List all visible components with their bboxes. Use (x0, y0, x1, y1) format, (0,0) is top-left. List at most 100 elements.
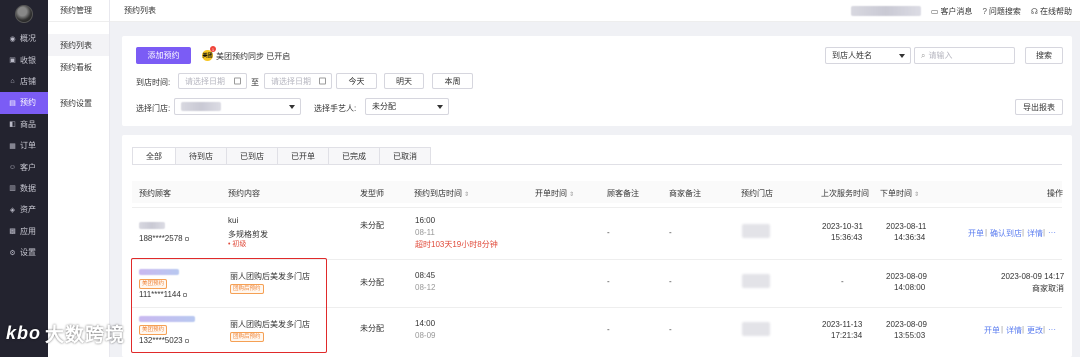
search-input[interactable]: ⌕ 请输入 (914, 47, 1015, 64)
merchant-note: - (669, 228, 672, 237)
cancel-status: 商家取消 (1032, 284, 1064, 293)
action-divider: | (1022, 228, 1025, 237)
open-order-link[interactable]: 开单 (968, 228, 984, 239)
arrive-date: 08-09 (415, 331, 436, 340)
status-tabs: 全部 待到店 已到店 已开单 已完成 已取消 (132, 147, 431, 165)
nav-item-9[interactable]: ▩ 应用 (0, 221, 48, 242)
change-link[interactable]: 更改 (1027, 325, 1043, 336)
tab-divider (132, 164, 1062, 165)
account-name-blurred[interactable] (850, 6, 921, 16)
col-arrive-time-label: 预约到店时间 (414, 189, 462, 198)
headset-icon: ☊ (1030, 6, 1038, 16)
end-date-placeholder: 请选择日期 (271, 76, 311, 86)
export-button[interactable]: 导出报表 (1015, 99, 1063, 115)
tomorrow-button[interactable]: 明天 (384, 73, 424, 89)
stylist: 未分配 (360, 221, 384, 230)
overdue-text: 超时103天19小时8分钟 (415, 240, 498, 249)
tab-all[interactable]: 全部 (132, 147, 176, 165)
messages-link[interactable]: ▭ 客户消息 (931, 6, 973, 17)
breadcrumb: 预约列表 (124, 6, 156, 15)
nav-item-8[interactable]: ◈ 资产 (0, 199, 48, 220)
add-appointment-button[interactable]: 添加预约 (136, 47, 191, 64)
submenu-item-list[interactable]: 预约列表 (48, 34, 109, 56)
calendar-icon (234, 77, 241, 85)
nav-item-1[interactable]: ▣ 收银 (0, 49, 48, 70)
submenu-item-settings[interactable]: 预约设置 (48, 92, 109, 114)
to-label: 至 (251, 78, 259, 87)
table-header (132, 181, 1062, 203)
col-merchant-note: 商家备注 (669, 189, 701, 198)
submenu-item-board[interactable]: 预约看板 (48, 56, 109, 78)
sort-icon: ⇕ (464, 192, 470, 198)
nav-item-0[interactable]: ◉ 概况 (0, 28, 48, 49)
nav-item-label: 收银 (20, 55, 36, 65)
goods-icon: ◧ (9, 121, 16, 129)
col-actions: 操作 (1047, 189, 1063, 198)
dashboard-icon: ◉ (9, 35, 16, 43)
stylist: 未分配 (360, 278, 384, 287)
search-icon: ⌕ (921, 50, 926, 60)
store-icon: ⌂ (10, 77, 15, 85)
nav-item-label: 资产 (20, 205, 36, 215)
tab-pending[interactable]: 待到店 (175, 147, 227, 165)
artist-select[interactable]: 未分配 (365, 98, 449, 115)
merchant-note: - (669, 325, 672, 334)
start-date-input[interactable]: 请选择日期 (178, 73, 247, 89)
store-name-blurred (181, 102, 221, 111)
tab-opened[interactable]: 已开单 (277, 147, 329, 165)
avatar (15, 5, 33, 23)
brand-logo: kbo (6, 323, 42, 343)
this-week-button[interactable]: 本周 (432, 73, 473, 89)
service-level: • 初级 (228, 241, 247, 248)
nav-item-10[interactable]: ⚙ 设置 (0, 242, 48, 263)
nav-item-7[interactable]: ▥ 数据 (0, 178, 48, 199)
today-button[interactable]: 今天 (336, 73, 377, 89)
order-time: 14:36:34 (894, 233, 926, 242)
highlight-box (131, 258, 327, 353)
col-content: 预约内容 (228, 189, 260, 198)
action-divider: | (1022, 325, 1025, 334)
tab-arrived[interactable]: 已到店 (226, 147, 278, 165)
action-divider: | (985, 228, 988, 237)
chevron-down-icon (289, 104, 295, 109)
nav-item-label: 设置 (20, 248, 36, 258)
col-open-time-label: 开单时间 (535, 189, 567, 198)
nav-item-4[interactable]: ◧ 商品 (0, 114, 48, 135)
open-order-link[interactable]: 开单 (984, 325, 1000, 336)
col-order-time[interactable]: 下单时间 ⇕ (880, 188, 919, 199)
search-issue-link[interactable]: ? 问题搜索 (982, 6, 1020, 17)
store-select[interactable] (174, 98, 301, 115)
stylist: 未分配 (360, 324, 384, 333)
store-name-blurred (742, 274, 770, 288)
action-divider: | (1043, 228, 1046, 237)
detail-link[interactable]: 详情 (1027, 228, 1043, 239)
last-service-date: 2023-10-31 (822, 222, 863, 231)
last-service-date: 2023-11-13 (822, 320, 863, 329)
detail-link[interactable]: 详情 (1006, 325, 1022, 336)
tab-completed[interactable]: 已完成 (328, 147, 380, 165)
col-arrive-time[interactable]: 预约到店时间 ⇕ (414, 188, 469, 199)
more-icon[interactable]: ··· (1048, 228, 1056, 237)
start-date-placeholder: 请选择日期 (185, 76, 225, 86)
nav-item-2[interactable]: ⌂ 店铺 (0, 71, 48, 92)
arrive-date: 08-12 (415, 283, 436, 292)
col-open-time[interactable]: 开单时间 ⇕ (535, 188, 574, 199)
nav-item-5[interactable]: ▦ 订单 (0, 135, 48, 156)
nav-item-3[interactable]: ▤ 预约 (0, 92, 48, 114)
help-link[interactable]: ☊ 在线帮助 (1031, 6, 1072, 17)
more-icon[interactable]: ··· (1048, 325, 1056, 334)
phone-text: 188****2578 (139, 234, 183, 243)
shop-logo[interactable] (0, 0, 48, 28)
nav-item-6[interactable]: ☺ 客户 (0, 156, 48, 177)
search-button[interactable]: 搜索 (1025, 47, 1063, 64)
confirm-arrival-link[interactable]: 确认到店 (990, 228, 1022, 239)
order-icon: ▦ (9, 142, 16, 150)
tab-cancelled[interactable]: 已取消 (379, 147, 431, 165)
artist-label: 选择手艺人: (314, 104, 357, 113)
table-row: 188****2578 kui 多规格剪发 • 初级 未分配 16:00 08-… (132, 207, 1062, 259)
end-date-input[interactable]: 请选择日期 (264, 73, 332, 89)
customer-note: - (607, 277, 610, 286)
chevron-down-icon (899, 53, 905, 58)
search-type-select[interactable]: 到店人姓名 (825, 47, 911, 64)
col-last-service: 上次服务时间 (821, 189, 869, 198)
